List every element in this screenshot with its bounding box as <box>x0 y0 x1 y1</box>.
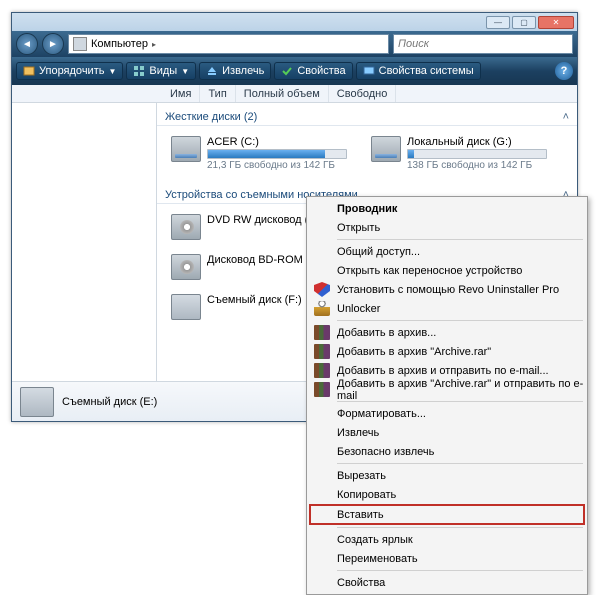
back-button[interactable]: ◄ <box>16 33 38 55</box>
lock-icon <box>314 301 330 316</box>
menu-copy[interactable]: Копировать <box>309 485 585 504</box>
menu-add-rar-send[interactable]: Добавить в архив "Archive.rar" и отправи… <box>309 380 585 399</box>
optical-drive-icon <box>171 214 201 240</box>
separator <box>337 570 583 571</box>
archive-icon <box>314 363 330 378</box>
archive-icon <box>314 382 330 397</box>
menu-open-portable[interactable]: Открыть как переносное устройство <box>309 261 585 280</box>
computer-icon <box>73 37 87 51</box>
col-name[interactable]: Имя <box>162 85 200 102</box>
group-hard-disks[interactable]: Жесткие диски (2)˄ <box>157 107 577 126</box>
separator <box>337 320 583 321</box>
address-field[interactable]: Компьютер ▸ <box>68 34 389 54</box>
menu-open[interactable]: Открыть <box>309 218 585 237</box>
separator <box>337 463 583 464</box>
menu-add-archive[interactable]: Добавить в архив... <box>309 323 585 342</box>
chevron-up-icon: ˄ <box>563 111 569 123</box>
menu-revo-uninstaller[interactable]: Установить с помощью Revo Uninstaller Pr… <box>309 280 585 299</box>
eject-button[interactable]: Извлечь <box>199 62 271 80</box>
hdd-icon <box>371 136 401 162</box>
breadcrumb[interactable]: Компьютер <box>91 38 148 50</box>
context-header: Проводник <box>309 199 585 218</box>
drive-acer-c[interactable]: ACER (C:) 21,3 ГБ свободно из 142 ГБ <box>167 132 357 175</box>
shield-icon <box>314 282 330 297</box>
menu-format[interactable]: Форматировать... <box>309 404 585 423</box>
search-input[interactable]: Поиск <box>393 34 573 54</box>
maximize-button[interactable]: ▢ <box>512 16 536 29</box>
menu-add-archive-rar[interactable]: Добавить в архив "Archive.rar" <box>309 342 585 361</box>
menu-safe-eject[interactable]: Безопасно извлечь <box>309 442 585 461</box>
menu-create-shortcut[interactable]: Создать ярлык <box>309 530 585 549</box>
system-properties-button[interactable]: Свойства системы <box>356 62 481 80</box>
free-space: 138 ГБ свободно из 142 ГБ <box>407 160 547 171</box>
drive-label: Съемный диск (F:) <box>207 294 302 306</box>
archive-icon <box>314 344 330 359</box>
details-title: Съемный диск (E:) <box>62 396 157 408</box>
column-headers: Имя Тип Полный объем Свободно <box>12 85 577 103</box>
properties-button[interactable]: Свойства <box>274 62 352 80</box>
menu-paste[interactable]: Вставить <box>309 504 585 525</box>
forward-button[interactable]: ► <box>42 33 64 55</box>
minimize-button[interactable]: — <box>486 16 510 29</box>
col-type[interactable]: Тип <box>200 85 235 102</box>
menu-cut[interactable]: Вырезать <box>309 466 585 485</box>
drive-label: Локальный диск (G:) <box>407 136 547 148</box>
menu-unlocker[interactable]: Unlocker <box>309 299 585 318</box>
chevron-right-icon[interactable]: ▸ <box>152 40 156 49</box>
close-button[interactable]: ✕ <box>538 16 574 29</box>
removable-drive-icon <box>20 387 54 417</box>
menu-sharing[interactable]: Общий доступ... <box>309 242 585 261</box>
address-bar: ◄ ► Компьютер ▸ Поиск <box>12 31 577 57</box>
monitor-icon <box>363 65 375 77</box>
usage-bar <box>407 149 547 159</box>
separator <box>337 527 583 528</box>
menu-rename[interactable]: Переименовать <box>309 549 585 568</box>
drive-local-g[interactable]: Локальный диск (G:) 138 ГБ свободно из 1… <box>367 132 557 175</box>
separator <box>337 239 583 240</box>
col-free[interactable]: Свободно <box>329 85 397 102</box>
check-icon <box>281 65 293 77</box>
drive-label: Дисковод BD-ROM (I:) <box>207 254 319 266</box>
organize-icon <box>23 65 35 77</box>
removable-drive-icon <box>171 294 201 320</box>
context-menu: Проводник Открыть Общий доступ... Открыт… <box>306 196 588 595</box>
views-button[interactable]: Виды▼ <box>126 62 196 80</box>
usage-bar <box>207 149 347 159</box>
col-total[interactable]: Полный объем <box>236 85 329 102</box>
navigation-pane[interactable] <box>12 103 157 381</box>
optical-drive-icon <box>171 254 201 280</box>
organize-button[interactable]: Упорядочить▼ <box>16 62 123 80</box>
toolbar: Упорядочить▼ Виды▼ Извлечь Свойства Свой… <box>12 57 577 85</box>
hdd-icon <box>171 136 201 162</box>
free-space: 21,3 ГБ свободно из 142 ГБ <box>207 160 347 171</box>
views-icon <box>133 65 145 77</box>
menu-properties[interactable]: Свойства <box>309 573 585 592</box>
eject-icon <box>206 65 218 77</box>
help-button[interactable]: ? <box>555 62 573 80</box>
drive-label: ACER (C:) <box>207 136 347 148</box>
archive-icon <box>314 325 330 340</box>
menu-eject[interactable]: Извлечь <box>309 423 585 442</box>
titlebar: — ▢ ✕ <box>12 13 577 31</box>
